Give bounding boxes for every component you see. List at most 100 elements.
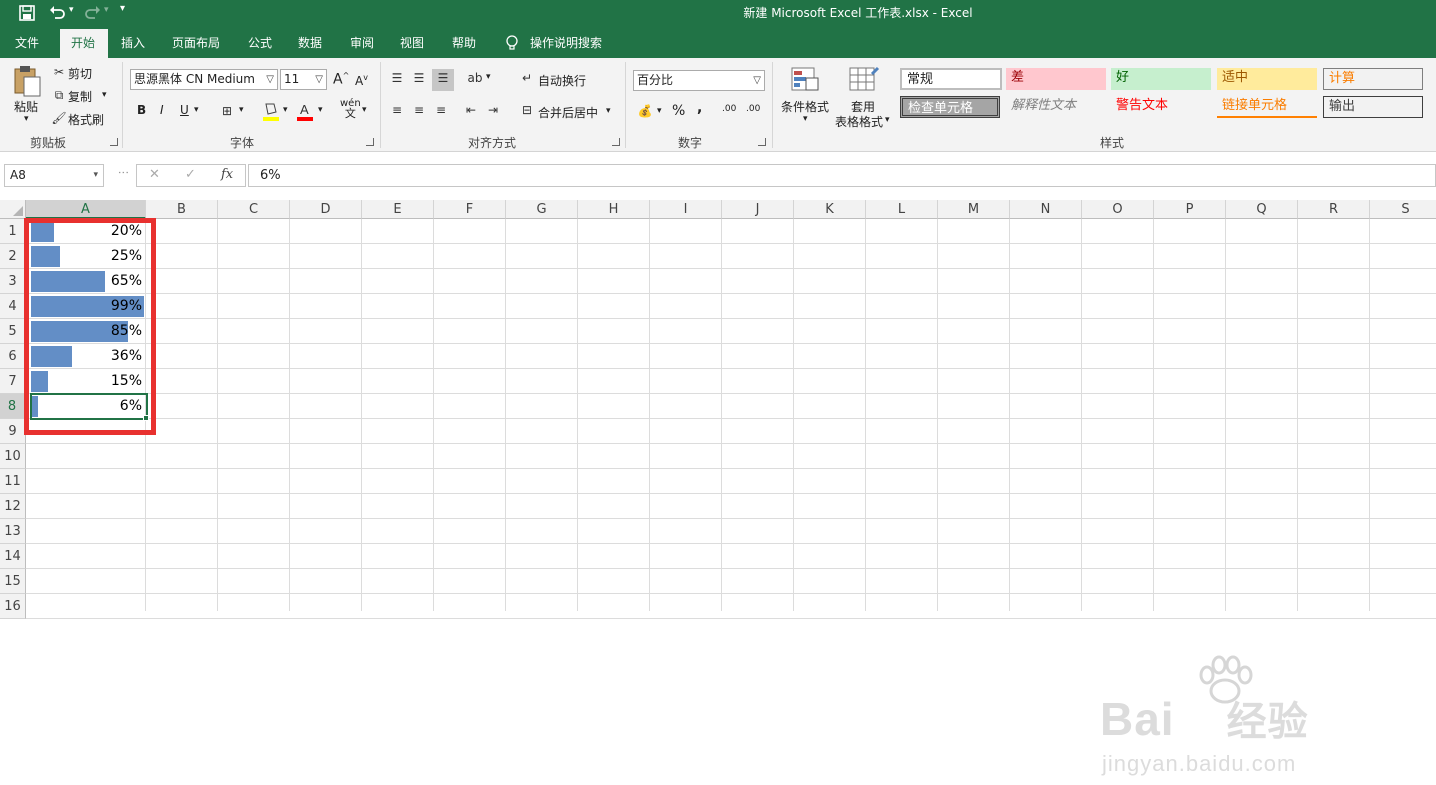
conditional-format-button[interactable]: 条件格式 (781, 98, 829, 115)
paste-dropdown-icon[interactable]: ▾ (24, 114, 29, 124)
orientation-dropdown-icon[interactable]: ▾ (486, 72, 491, 82)
row-header-7[interactable]: 7 (0, 369, 26, 394)
style-calculation[interactable]: 计算 (1323, 68, 1423, 90)
table-format-dropdown-icon[interactable]: ▾ (885, 115, 890, 125)
decrease-indent-icon[interactable]: ⇤ (462, 101, 480, 119)
row-header-12[interactable]: 12 (0, 494, 26, 519)
style-neutral[interactable]: 适中 (1217, 68, 1317, 90)
enter-icon[interactable]: ✓ (185, 167, 196, 182)
row-header-9[interactable]: 9 (0, 419, 26, 444)
column-header-d[interactable]: D (290, 200, 362, 219)
column-header-p[interactable]: P (1154, 200, 1226, 219)
style-check-cell[interactable]: 检查单元格 (900, 96, 1000, 118)
copy-dropdown-icon[interactable]: ▾ (102, 90, 107, 100)
conditional-format-icon[interactable] (790, 64, 820, 94)
column-header-s[interactable]: S (1370, 200, 1436, 219)
paste-button[interactable]: 粘贴 (14, 98, 38, 115)
row-header-5[interactable]: 5 (0, 319, 26, 344)
row-header-13[interactable]: 13 (0, 519, 26, 544)
accounting-dropdown-icon[interactable]: ▾ (657, 106, 662, 116)
merge-dropdown-icon[interactable]: ▾ (606, 106, 611, 116)
font-name-combo[interactable]: 思源黑体 CN Medium ▽ (130, 69, 278, 90)
column-header-m[interactable]: M (938, 200, 1010, 219)
row-header-8[interactable]: 8 (0, 394, 26, 419)
phonetic-dropdown-icon[interactable]: ▾ (362, 105, 367, 115)
increase-indent-icon[interactable]: ⇥ (484, 101, 502, 119)
column-header-o[interactable]: O (1082, 200, 1154, 219)
fx-icon[interactable]: fx (221, 167, 233, 182)
style-bad[interactable]: 差 (1006, 68, 1106, 90)
style-output[interactable]: 输出 (1323, 96, 1423, 118)
align-center-icon[interactable]: ≡ (410, 101, 428, 119)
tab-home[interactable]: 开始 (60, 29, 108, 58)
row-header-14[interactable]: 14 (0, 544, 26, 569)
column-header-c[interactable]: C (218, 200, 290, 219)
phonetic-button[interactable]: wén 文 (340, 99, 361, 120)
paste-icon[interactable] (12, 64, 42, 98)
underline-button[interactable]: U (180, 103, 189, 117)
italic-button[interactable]: I (160, 103, 164, 117)
font-color-dropdown-icon[interactable]: ▾ (318, 105, 323, 115)
column-header-k[interactable]: K (794, 200, 866, 219)
wrap-text-icon[interactable]: ↵ (518, 69, 536, 87)
scissors-icon[interactable]: ✂ (50, 63, 68, 81)
font-color-icon[interactable]: A (296, 100, 314, 122)
style-linked-cell[interactable]: 链接单元格 (1217, 96, 1317, 118)
alignment-launcher-icon[interactable] (612, 138, 620, 146)
table-format-icon[interactable] (848, 64, 880, 94)
format-painter-icon[interactable]: 🖌 (50, 109, 68, 127)
border-dropdown-icon[interactable]: ▾ (239, 105, 244, 115)
style-good[interactable]: 好 (1111, 68, 1211, 90)
wrap-text-button[interactable]: 自动换行 (538, 72, 586, 89)
column-header-a[interactable]: A (26, 200, 146, 219)
column-header-n[interactable]: N (1010, 200, 1082, 219)
style-warning[interactable]: 警告文本 (1111, 96, 1211, 118)
grow-font-button[interactable]: A^ (333, 71, 349, 88)
copy-icon[interactable]: ⧉ (50, 86, 68, 104)
search-help[interactable]: 操作说明搜索 (520, 29, 612, 58)
tab-view[interactable]: 视图 (390, 29, 434, 58)
select-all-corner[interactable] (0, 200, 26, 219)
tab-formulas[interactable]: 公式 (238, 29, 282, 58)
column-header-h[interactable]: H (578, 200, 650, 219)
style-normal[interactable]: 常规 (900, 68, 1002, 90)
column-header-g[interactable]: G (506, 200, 578, 219)
shrink-font-button[interactable]: Av (355, 73, 368, 88)
align-right-icon[interactable]: ≡ (432, 101, 450, 119)
percent-style-button[interactable]: % (672, 103, 685, 119)
fill-color-icon[interactable] (262, 100, 280, 122)
bold-button[interactable]: B (137, 103, 146, 117)
row-header-6[interactable]: 6 (0, 344, 26, 369)
cut-button[interactable]: 剪切 (68, 65, 92, 82)
row-header-10[interactable]: 10 (0, 444, 26, 469)
clipboard-launcher-icon[interactable] (110, 138, 118, 146)
style-explanatory[interactable]: 解释性文本 (1006, 96, 1106, 118)
comma-style-button[interactable]: , (697, 100, 702, 116)
column-header-b[interactable]: B (146, 200, 218, 219)
tab-page-layout[interactable]: 页面布局 (162, 29, 230, 58)
copy-button[interactable]: 复制 (68, 88, 92, 105)
fill-color-dropdown-icon[interactable]: ▾ (283, 105, 288, 115)
column-header-l[interactable]: L (866, 200, 938, 219)
format-painter-button[interactable]: 格式刷 (68, 111, 104, 128)
font-launcher-icon[interactable] (366, 138, 374, 146)
lightbulb-icon[interactable] (505, 35, 519, 51)
conditional-format-dropdown-icon[interactable]: ▾ (803, 114, 808, 124)
cancel-icon[interactable]: ✕ (149, 167, 160, 182)
row-header-1[interactable]: 1 (0, 219, 26, 244)
row-header-3[interactable]: 3 (0, 269, 26, 294)
tab-help[interactable]: 帮助 (442, 29, 486, 58)
column-header-e[interactable]: E (362, 200, 434, 219)
tab-insert[interactable]: 插入 (111, 29, 155, 58)
row-header-16[interactable]: 16 (0, 594, 26, 619)
number-format-combo[interactable]: 百分比 ▽ (633, 70, 765, 91)
name-box[interactable]: A8 ▾ (4, 164, 104, 187)
decrease-decimal-button[interactable]: .00 (746, 104, 760, 114)
row-header-4[interactable]: 4 (0, 294, 26, 319)
row-header-2[interactable]: 2 (0, 244, 26, 269)
align-middle-icon[interactable]: ☰ (410, 69, 428, 87)
tab-data[interactable]: 数据 (288, 29, 332, 58)
tab-review[interactable]: 审阅 (340, 29, 384, 58)
align-bottom-icon[interactable]: ☰ (432, 69, 454, 91)
tab-file[interactable]: 文件 (5, 29, 49, 58)
